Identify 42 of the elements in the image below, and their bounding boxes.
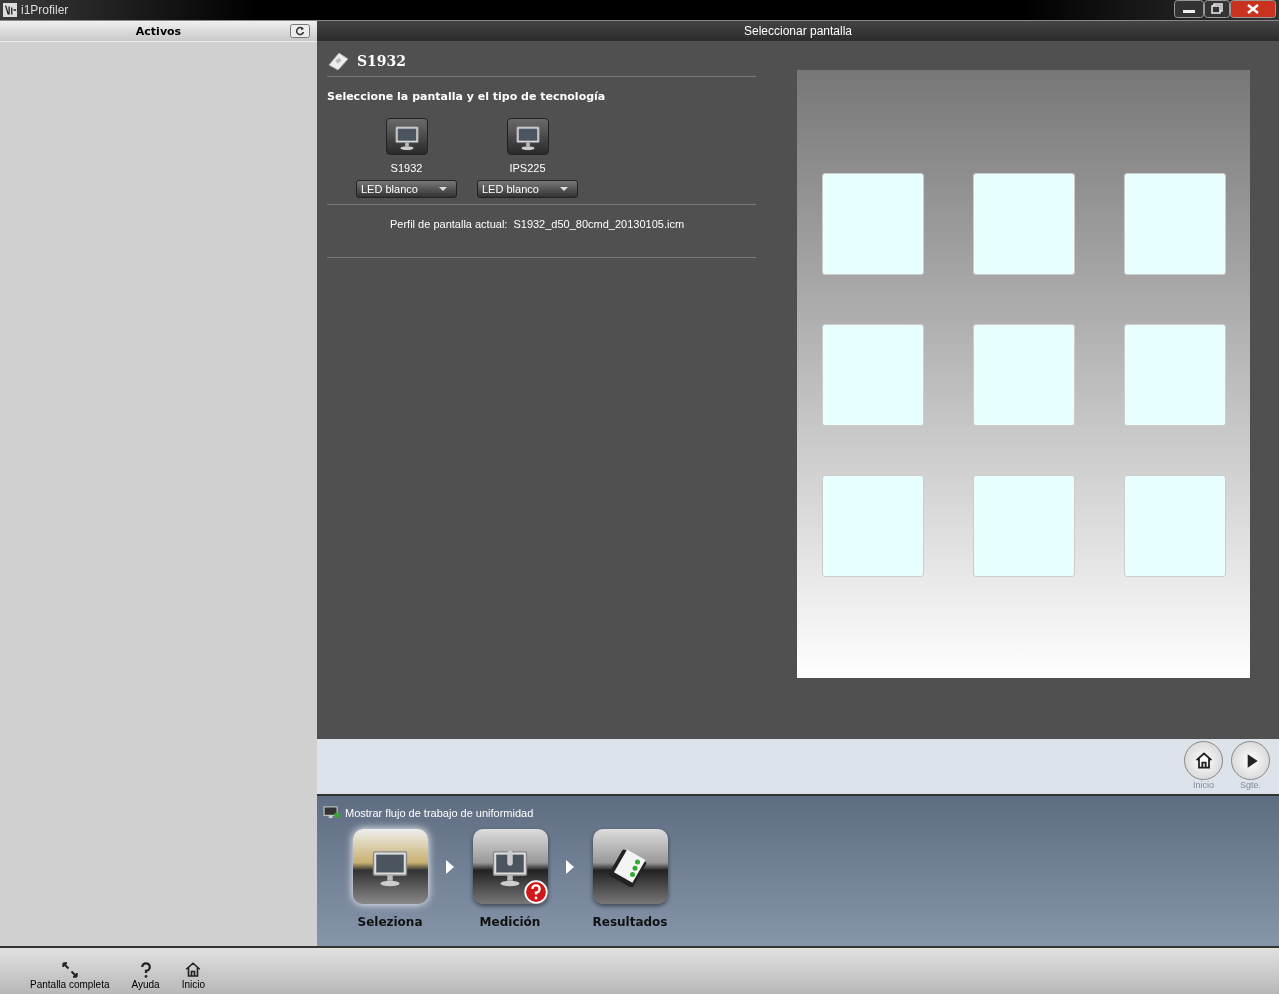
- fullscreen-button[interactable]: Pantalla completa: [30, 961, 110, 990]
- instruction-text: Seleccione la pantalla y el tipo de tecnología: [327, 90, 607, 103]
- monitor-name: IPS225: [509, 162, 546, 174]
- question-badge-icon: [523, 880, 548, 904]
- page-header: Seleccionar pantalla: [317, 21, 1279, 41]
- button-label: Inicio: [1193, 780, 1214, 790]
- step-label: Resultados: [592, 915, 668, 929]
- arrow-icon: [565, 859, 575, 875]
- caret-icon: [559, 186, 569, 192]
- expand-arrows-icon: [60, 961, 79, 979]
- home-button[interactable]: Inicio: [181, 961, 206, 990]
- display-name: S1932: [357, 53, 407, 69]
- close-icon[interactable]: [1230, 0, 1276, 18]
- caret-icon: [438, 186, 448, 192]
- sidebar-title: Activos: [135, 24, 182, 38]
- arrow-icon: [445, 859, 455, 875]
- home-icon: [1193, 750, 1214, 771]
- home-button[interactable]: [1184, 741, 1223, 780]
- next-button[interactable]: [1231, 741, 1270, 780]
- button-label: Sgte.: [1240, 780, 1261, 790]
- minimize-icon[interactable]: [1174, 0, 1204, 18]
- step-label: Seleziona: [357, 915, 423, 929]
- profile-label: Perfil de pantalla actual:: [390, 218, 508, 230]
- refresh-icon[interactable]: [290, 24, 310, 38]
- workflow-step-button[interactable]: [472, 829, 548, 904]
- monitor-icon: [323, 806, 340, 819]
- monitor-button[interactable]: [385, 118, 428, 155]
- technology-dropdown[interactable]: LED blanco: [356, 180, 457, 198]
- home-icon: [184, 961, 203, 979]
- workflow-title: Mostrar flujo de trabajo de uniformidad: [345, 806, 534, 819]
- monitor-button[interactable]: [506, 118, 549, 155]
- window-title: i1Profiler: [21, 3, 69, 17]
- monitor-name: S1932: [390, 162, 423, 174]
- technology-dropdown[interactable]: LED blanco: [477, 180, 578, 198]
- help-button[interactable]: Ayuda: [131, 961, 160, 990]
- app-logo-icon: [3, 3, 17, 17]
- workflow-step-button[interactable]: [352, 829, 428, 904]
- tag-icon: [327, 51, 349, 71]
- step-label: Medición: [479, 915, 541, 929]
- restore-icon[interactable]: [1204, 0, 1230, 18]
- profile-value: S1932_d50_80cmd_20130105.icm: [513, 218, 685, 230]
- workflow-step-button[interactable]: [592, 829, 668, 904]
